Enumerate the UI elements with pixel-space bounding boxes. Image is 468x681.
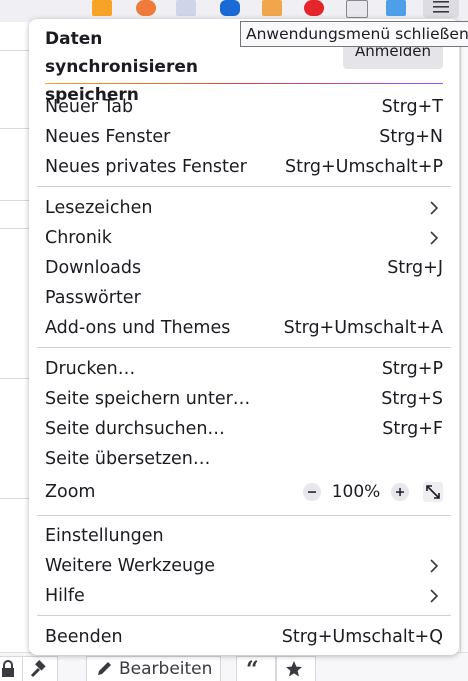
menu-item-quit[interactable]: Beenden Strg+Umschalt+Q: [29, 622, 459, 652]
menu-item-label: Chronik: [45, 228, 112, 248]
minus-icon: [308, 491, 316, 493]
chevron-right-icon: [430, 589, 439, 603]
menu-item-bookmarks[interactable]: Lesezeichen: [29, 193, 459, 223]
extension-icon-1[interactable]: [92, 0, 112, 16]
menu-separator: [37, 347, 451, 348]
page-sidebar: [460, 22, 468, 680]
menu-item-label: Seite speichern unter…: [45, 389, 251, 409]
menu-item-history[interactable]: Chronik: [29, 223, 459, 253]
menu-item-label: Einstellungen: [45, 526, 164, 546]
menu-separator: [37, 515, 451, 516]
edit-button[interactable]: Bearbeiten: [86, 656, 222, 681]
menu-item-label: Downloads: [45, 258, 142, 278]
page-divider: [0, 50, 30, 51]
menu-item-new-tab[interactable]: Neuer Tab Strg+T: [29, 92, 459, 122]
menu-item-shortcut: Strg+Umschalt+Q: [281, 627, 443, 647]
menu-item-shortcut: Strg+S: [381, 389, 443, 409]
menu-item-label: Neuer Tab: [45, 97, 134, 117]
extension-icon-4[interactable]: [220, 0, 240, 16]
chevron-right-icon: [430, 231, 439, 245]
edit-button-label: Bearbeiten: [119, 659, 213, 679]
extension-icon-6[interactable]: [304, 0, 324, 16]
page-divider: [0, 128, 30, 129]
accent-divider: [45, 83, 443, 84]
menu-item-label: Seite durchsuchen…: [45, 419, 225, 439]
zoom-out-button[interactable]: [303, 483, 321, 501]
page-divider: [0, 378, 30, 379]
page-divider: [0, 228, 30, 229]
menu-item-label: Beenden: [45, 627, 123, 647]
menu-button-tooltip: Anwendungsmenü schließen: [240, 21, 468, 47]
menu-item-passwords[interactable]: Passwörter: [29, 283, 459, 313]
menu-item-shortcut: Strg+Umschalt+P: [285, 157, 443, 177]
menu-item-label: Lesezeichen: [45, 198, 153, 218]
hammer-button[interactable]: [22, 656, 58, 681]
extension-icon-7[interactable]: [346, 0, 368, 18]
star-button[interactable]: [276, 656, 316, 681]
extension-icon-5[interactable]: [262, 0, 282, 16]
menu-item-label: Zoom: [45, 482, 96, 502]
zoom-controls: 100%: [303, 482, 443, 502]
menu-item-translate[interactable]: Seite übersetzen…: [29, 444, 459, 474]
menu-item-label: Drucken…: [45, 359, 136, 379]
menu-item-shortcut: Strg+J: [387, 258, 443, 278]
extension-icon-3[interactable]: [176, 0, 196, 16]
page-edit-bar: [0, 652, 468, 681]
quote-button[interactable]: “: [236, 656, 276, 681]
plus-icon: [396, 488, 404, 496]
menu-item-label: Add-ons und Themes: [45, 318, 231, 338]
menu-item-more-tools[interactable]: Weitere Werkzeuge: [29, 551, 459, 581]
fullscreen-button[interactable]: [423, 482, 443, 502]
star-icon: [286, 661, 302, 677]
menu-separator: [37, 615, 451, 616]
menu-item-shortcut: Strg+T: [381, 97, 443, 117]
extension-icon-2[interactable]: [136, 0, 156, 16]
chevron-right-icon: [430, 201, 439, 215]
app-menu-panel: Daten synchronisieren speichern Anmelden…: [29, 19, 459, 655]
menu-item-label: Weitere Werkzeuge: [45, 556, 215, 576]
menu-item-zoom: Zoom 100%: [29, 477, 459, 507]
menu-item-help[interactable]: Hilfe: [29, 581, 459, 611]
lock-icon: [2, 660, 14, 677]
app-menu-button[interactable]: [423, 0, 459, 18]
menu-item-new-window[interactable]: Neues Fenster Strg+N: [29, 122, 459, 152]
menu-item-shortcut: Strg+P: [381, 359, 443, 379]
page-divider: [0, 200, 30, 201]
menu-separator: [37, 186, 451, 187]
extension-icon-8[interactable]: [386, 0, 406, 16]
menu-item-new-private-window[interactable]: Neues privates Fenster Strg+Umschalt+P: [29, 152, 459, 182]
chevron-right-icon: [430, 559, 439, 573]
menu-item-shortcut: Strg+F: [382, 419, 443, 439]
menu-item-shortcut: Strg+N: [379, 127, 443, 147]
hammer-icon: [30, 660, 46, 678]
menu-item-print[interactable]: Drucken… Strg+P: [29, 354, 459, 384]
quote-icon: “: [246, 660, 259, 678]
menu-item-label: Seite übersetzen…: [45, 449, 211, 469]
menu-item-label: Neues Fenster: [45, 127, 171, 147]
menu-item-label: Passwörter: [45, 288, 141, 308]
fullscreen-icon: [426, 485, 440, 499]
menu-item-label: Neues privates Fenster: [45, 157, 247, 177]
menu-item-save-page[interactable]: Seite speichern unter… Strg+S: [29, 384, 459, 414]
menu-item-shortcut: Strg+Umschalt+A: [283, 318, 443, 338]
menu-item-find-in-page[interactable]: Seite durchsuchen… Strg+F: [29, 414, 459, 444]
menu-item-downloads[interactable]: Downloads Strg+J: [29, 253, 459, 283]
zoom-in-button[interactable]: [391, 483, 409, 501]
pencil-icon: [98, 662, 111, 675]
svg-text:“: “: [246, 660, 259, 678]
hamburger-icon: [433, 1, 449, 13]
zoom-reset-button[interactable]: 100%: [321, 482, 391, 502]
menu-item-addons[interactable]: Add-ons und Themes Strg+Umschalt+A: [29, 313, 459, 343]
menu-item-settings[interactable]: Einstellungen: [29, 521, 459, 551]
page-divider: [0, 498, 30, 499]
menu-item-label: Hilfe: [45, 586, 85, 606]
